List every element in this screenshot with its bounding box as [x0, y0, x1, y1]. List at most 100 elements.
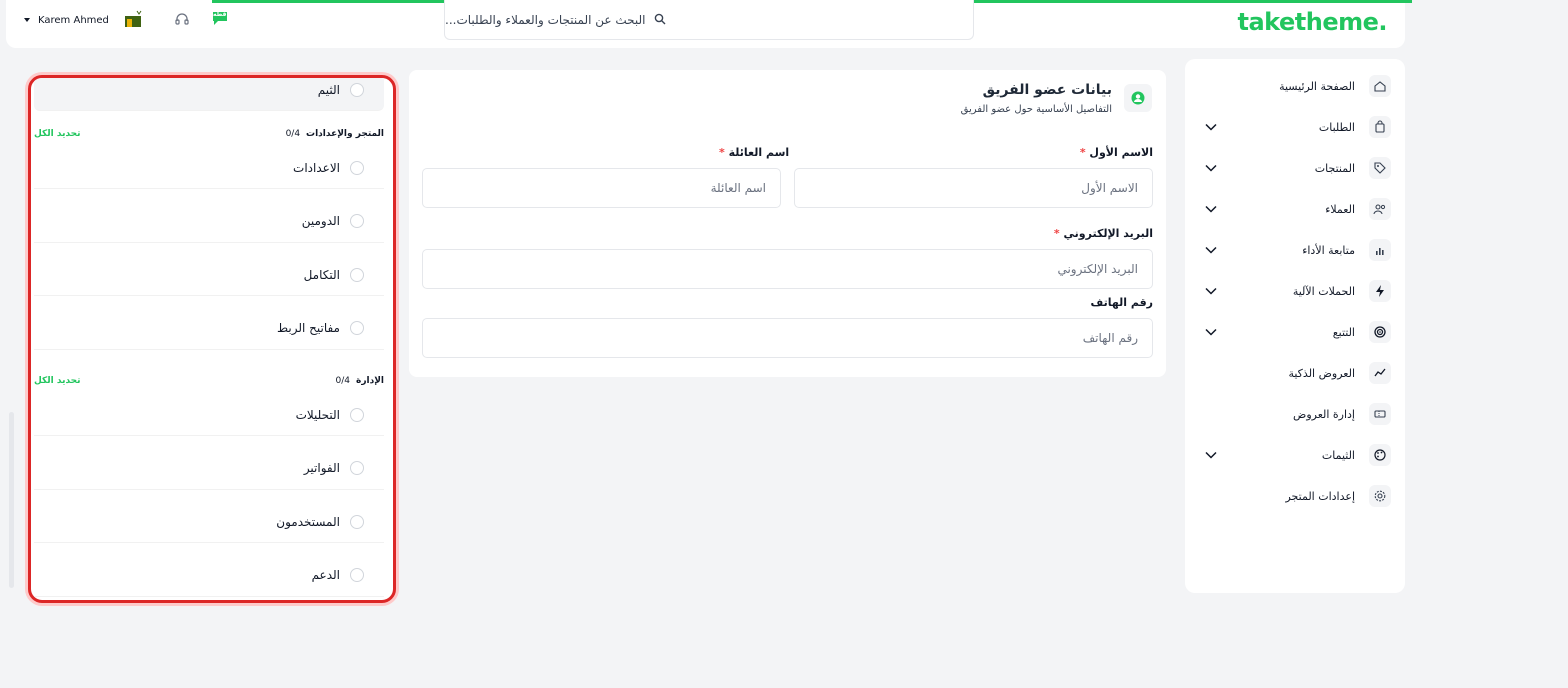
permission-row[interactable]: التحليلات: [34, 394, 384, 436]
select-all-link[interactable]: تحديد الكل: [34, 376, 81, 386]
scrollbar[interactable]: [9, 412, 14, 588]
section-title: المتجر والإعدادات: [306, 129, 384, 139]
bar-chart-icon: [1369, 239, 1391, 261]
user-menu[interactable]: Karem Ahmed: [24, 6, 154, 34]
permission-row[interactable]: الفواتير: [34, 448, 384, 490]
sidebar-item-label: إدارة العروض: [1293, 407, 1355, 421]
user-name: Karem Ahmed: [38, 14, 109, 26]
sidebar-item-label: المنتجات: [1314, 161, 1355, 175]
chevron-down-icon[interactable]: [1205, 326, 1217, 339]
phone-label: رقم الهاتف: [1090, 296, 1153, 309]
permission-label: الثيم: [317, 82, 340, 97]
form-subtitle: التفاصيل الأساسية حول عضو الفريق: [960, 104, 1112, 115]
phone-field[interactable]: رقم الهاتف: [422, 318, 1153, 358]
notification-badge[interactable]: قطه: [211, 10, 229, 26]
last-name-field[interactable]: اسم العائلة: [422, 168, 781, 208]
sidebar-item-label: الحملات الآلية: [1292, 284, 1355, 298]
permission-row[interactable]: التكامل: [34, 254, 384, 296]
home-icon: [1369, 75, 1391, 97]
trend-icon: [1369, 362, 1391, 384]
permission-checkbox[interactable]: [350, 568, 364, 582]
sidebar-item[interactable]: المنتجات: [1185, 150, 1405, 186]
user-circle-icon: [1124, 84, 1152, 112]
permission-row[interactable]: الدومين: [34, 201, 384, 243]
email-field[interactable]: البريد الإلكتروني: [422, 249, 1153, 289]
shopping-bag-icon: [1369, 116, 1391, 138]
lightning-icon: [1369, 280, 1391, 302]
sidebar-item[interactable]: الصفحة الرئيسية: [1185, 68, 1405, 104]
permissions-panel: الثيم المتجر والإعدادات 0/4 تحديد الكل الاعد…: [18, 57, 398, 607]
email-label: البريد الإلكتروني *: [1053, 227, 1153, 240]
first-name-label: الاسم الأول *: [1079, 146, 1153, 159]
permission-label: التحليلات: [295, 407, 340, 422]
permission-label: الفواتير: [303, 461, 340, 475]
chevron-down-icon[interactable]: [1205, 244, 1217, 257]
permission-label: المستخدمون: [276, 514, 340, 529]
sidebar-item-label: متابعة الأداء: [1302, 243, 1355, 257]
users-icon: [1369, 198, 1391, 220]
sidebar-item[interactable]: الثيمات: [1185, 437, 1405, 473]
permission-row[interactable]: المستخدمون: [34, 501, 384, 543]
palette-icon: [1369, 444, 1391, 466]
permission-row[interactable]: مفاتيح الربط: [34, 308, 384, 350]
last-name-label: اسم العائلة *: [719, 146, 790, 159]
search-icon: [654, 10, 666, 29]
ticket-icon: [1369, 403, 1391, 425]
sidebar-item[interactable]: العروض الذكية: [1185, 355, 1405, 391]
form-title: بيانات عضو الفريق: [982, 82, 1112, 98]
permission-checkbox[interactable]: [350, 461, 364, 475]
target-icon: [1369, 321, 1391, 343]
permission-checkbox[interactable]: [350, 514, 364, 529]
search-bar[interactable]: البحث عن المنتجات والعملاء والطلبات...: [444, 0, 974, 40]
permission-checkbox[interactable]: [350, 321, 364, 335]
sidebar-item-label: الطلبات: [1318, 120, 1355, 134]
permission-label: الدومين: [301, 214, 340, 228]
permission-checkbox[interactable]: [350, 214, 364, 228]
gear-icon: [1369, 485, 1391, 507]
sidebar-item[interactable]: الحملات الآلية: [1185, 273, 1405, 309]
permission-row[interactable]: الاعدادات: [34, 147, 384, 189]
section-count: 0/4: [335, 376, 351, 386]
permission-checkbox[interactable]: [350, 82, 364, 97]
sidebar-item[interactable]: إعدادات المتجر: [1185, 478, 1405, 514]
store-avatar: [123, 9, 143, 32]
headset-icon[interactable]: [174, 12, 190, 32]
sidebar-item-label: الثيمات: [1321, 448, 1355, 462]
permission-checkbox[interactable]: [350, 160, 364, 175]
permission-label: الاعدادات: [293, 160, 340, 175]
sidebar-item[interactable]: التتبع: [1185, 314, 1405, 350]
chevron-down-icon[interactable]: [1205, 121, 1217, 134]
sidebar-item[interactable]: متابعة الأداء: [1185, 232, 1405, 268]
sidebar-item-label: العملاء: [1325, 202, 1355, 216]
permission-section-header: الإدارة 0/4 تحديد الكل: [34, 372, 384, 390]
section-count: 0/4: [285, 129, 301, 139]
chevron-down-icon[interactable]: [1205, 285, 1217, 298]
permission-label: الدعم: [311, 568, 340, 582]
chevron-down-icon[interactable]: [1205, 449, 1217, 462]
sidebar-item-label: العروض الذكية: [1288, 366, 1355, 380]
permission-row[interactable]: الثيم: [34, 78, 384, 111]
permission-label: مفاتيح الربط: [276, 321, 340, 335]
badge-text: قطه: [213, 11, 227, 18]
permission-checkbox[interactable]: [350, 267, 364, 282]
search-input[interactable]: البحث عن المنتجات والعملاء والطلبات...: [445, 13, 646, 27]
permission-label: التكامل: [303, 267, 340, 282]
team-member-form-card: بيانات عضو الفريق التفاصيل الأساسية حول …: [409, 70, 1166, 377]
sidebar-item[interactable]: إدارة العروض: [1185, 396, 1405, 432]
sidebar-item-label: التتبع: [1332, 325, 1355, 339]
sidebar-item-label: إعدادات المتجر: [1285, 489, 1355, 503]
permission-section-header: المتجر والإعدادات 0/4 تحديد الكل: [34, 125, 384, 143]
sidebar-item[interactable]: الطلبات: [1185, 109, 1405, 145]
select-all-link[interactable]: تحديد الكل: [34, 129, 81, 139]
tag-icon: [1369, 157, 1391, 179]
chevron-down-icon[interactable]: [1205, 203, 1217, 216]
first-name-field[interactable]: الاسم الأول: [794, 168, 1153, 208]
permission-checkbox[interactable]: [350, 407, 364, 422]
logo: taketheme.: [1237, 8, 1388, 36]
sidebar-item[interactable]: العملاء: [1185, 191, 1405, 227]
permissions-card: الثيم المتجر والإعدادات 0/4 تحديد الكل الاعد…: [28, 75, 396, 603]
chevron-down-icon[interactable]: [1205, 162, 1217, 175]
sidebar-item-label: الصفحة الرئيسية: [1279, 79, 1355, 93]
permission-row[interactable]: الدعم: [34, 555, 384, 597]
section-title: الإدارة: [356, 376, 384, 386]
